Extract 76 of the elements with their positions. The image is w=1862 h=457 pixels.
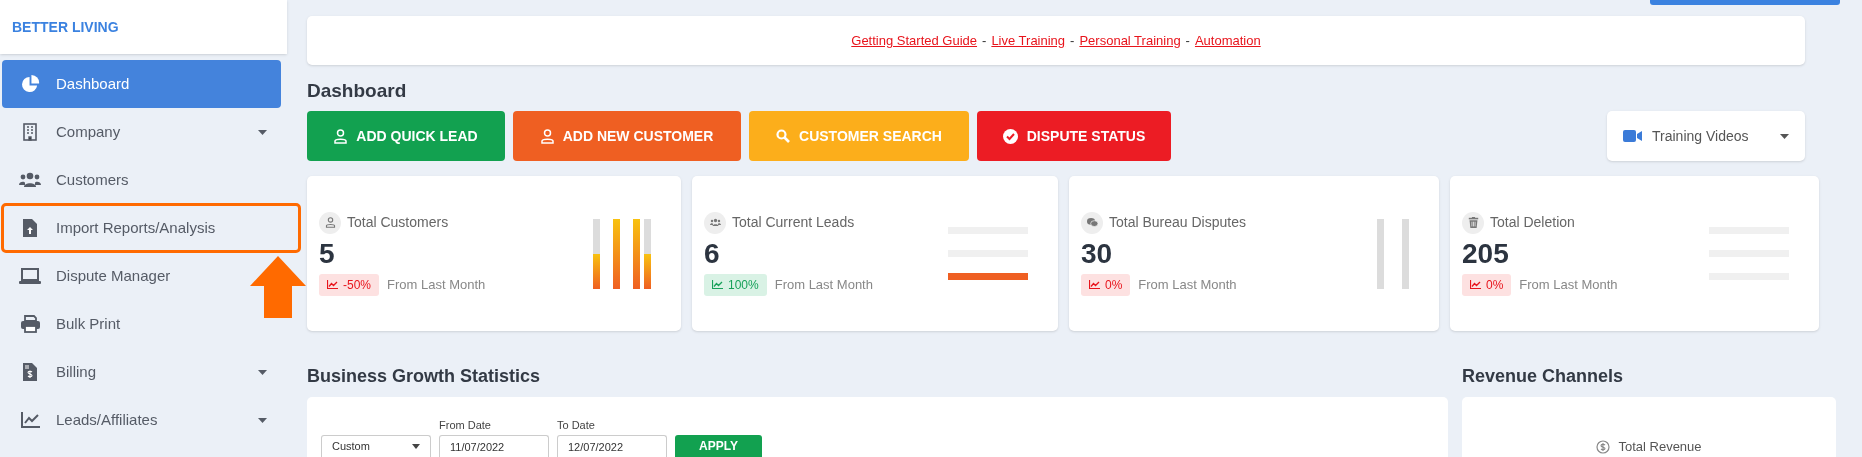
user-icon xyxy=(540,128,554,144)
change-badge: 0% xyxy=(1462,273,1512,296)
change-badge: 0% xyxy=(1081,273,1131,296)
sidebar-item[interactable]: Billing xyxy=(2,348,281,396)
training-videos-dropdown[interactable]: Training Videos xyxy=(1607,111,1805,161)
stat-caption: From Last Month xyxy=(1138,275,1237,294)
field-label: From Date xyxy=(439,419,492,432)
caret-icon xyxy=(412,444,420,449)
sidebar-item[interactable]: Dashboard xyxy=(2,60,281,108)
bar-graphic-drawing xyxy=(1377,218,1409,289)
building-icon xyxy=(23,123,37,141)
action-button[interactable]: ADD NEW CUSTOMER xyxy=(513,111,741,161)
stat-caption: From Last Month xyxy=(774,275,873,294)
users-icon xyxy=(709,217,721,228)
trend-chart-icon xyxy=(712,280,723,289)
top-link[interactable]: Automation xyxy=(1194,30,1261,50)
sidebar-item[interactable]: Leads/Affiliates xyxy=(2,396,281,444)
stat-title: Total Customers xyxy=(347,213,449,232)
sidebar-item[interactable]: Dispute Manager xyxy=(2,252,281,300)
stat-title: Total Current Leads xyxy=(732,213,855,232)
trend-chart-icon xyxy=(327,280,338,289)
chat-bubbles-icon xyxy=(1086,217,1098,228)
sidebar-item[interactable]: Customers xyxy=(2,156,281,204)
stat-title: Total Bureau Disputes xyxy=(1109,213,1246,232)
video-camera-icon xyxy=(1623,130,1642,142)
check-circle-icon xyxy=(1002,128,1018,144)
brand-name: BETTER LIVING xyxy=(12,17,119,37)
dollar-icon xyxy=(1596,440,1611,454)
up-arrow-drawing xyxy=(250,256,306,318)
caret-icon xyxy=(1780,133,1789,139)
trend-chart-icon xyxy=(1089,280,1100,289)
change-badge: 100% xyxy=(704,273,767,296)
sidebar-item[interactable]: Bulk Print xyxy=(2,300,281,348)
stat-caption: From Last Month xyxy=(387,275,486,294)
top-link[interactable]: Live Training xyxy=(991,30,1066,50)
bar-graphic-drawing xyxy=(593,218,651,289)
caret-icon xyxy=(258,369,267,375)
stat-value: 30 xyxy=(1081,236,1114,271)
line-chart-icon xyxy=(20,412,40,428)
page-title: Dashboard xyxy=(307,78,408,103)
sidebar-item[interactable]: Import Reports/Analysis xyxy=(2,204,300,252)
trend-chart-icon xyxy=(1470,280,1481,289)
range-select[interactable]: Custom xyxy=(321,435,431,457)
top-link[interactable]: Personal Training xyxy=(1079,30,1181,50)
separator: - xyxy=(982,31,987,50)
date-field[interactable]: 12/07/2022 xyxy=(557,435,667,457)
user-icon xyxy=(334,128,348,144)
laptop-icon xyxy=(19,268,41,284)
user-icon xyxy=(324,217,336,228)
invoice-icon xyxy=(23,363,37,381)
separator: - xyxy=(1070,31,1075,50)
search-icon xyxy=(776,129,791,143)
top-link[interactable]: Getting Started Guide xyxy=(851,30,978,50)
stat-value: 6 xyxy=(704,236,721,271)
section-title: Business Growth Statistics xyxy=(307,365,542,388)
section-title: Revenue Channels xyxy=(1462,365,1625,388)
field-label: To Date xyxy=(557,419,596,432)
caret-icon xyxy=(258,417,267,423)
stat-value: 205 xyxy=(1462,236,1510,271)
action-button[interactable]: ADD QUICK LEAD xyxy=(307,111,505,161)
change-badge: -50% xyxy=(319,273,379,296)
apply-button[interactable]: APPLY xyxy=(675,435,762,457)
pie-chart-icon xyxy=(20,74,40,94)
trash-icon xyxy=(1467,217,1479,228)
action-button[interactable]: DISPUTE STATUS xyxy=(977,111,1171,161)
separator: - xyxy=(1185,31,1190,50)
stat-value: 5 xyxy=(319,236,336,271)
printer-icon xyxy=(20,315,40,333)
total-revenue-label: Total Revenue xyxy=(1618,439,1702,455)
file-upload-icon xyxy=(23,219,37,237)
date-field[interactable]: 11/07/2022 xyxy=(439,435,549,457)
stat-caption: From Last Month xyxy=(1519,275,1618,294)
sidebar-item[interactable]: Company xyxy=(2,108,281,156)
users-icon xyxy=(19,172,41,188)
stat-title: Total Deletion xyxy=(1490,213,1575,232)
caret-icon xyxy=(258,129,267,135)
